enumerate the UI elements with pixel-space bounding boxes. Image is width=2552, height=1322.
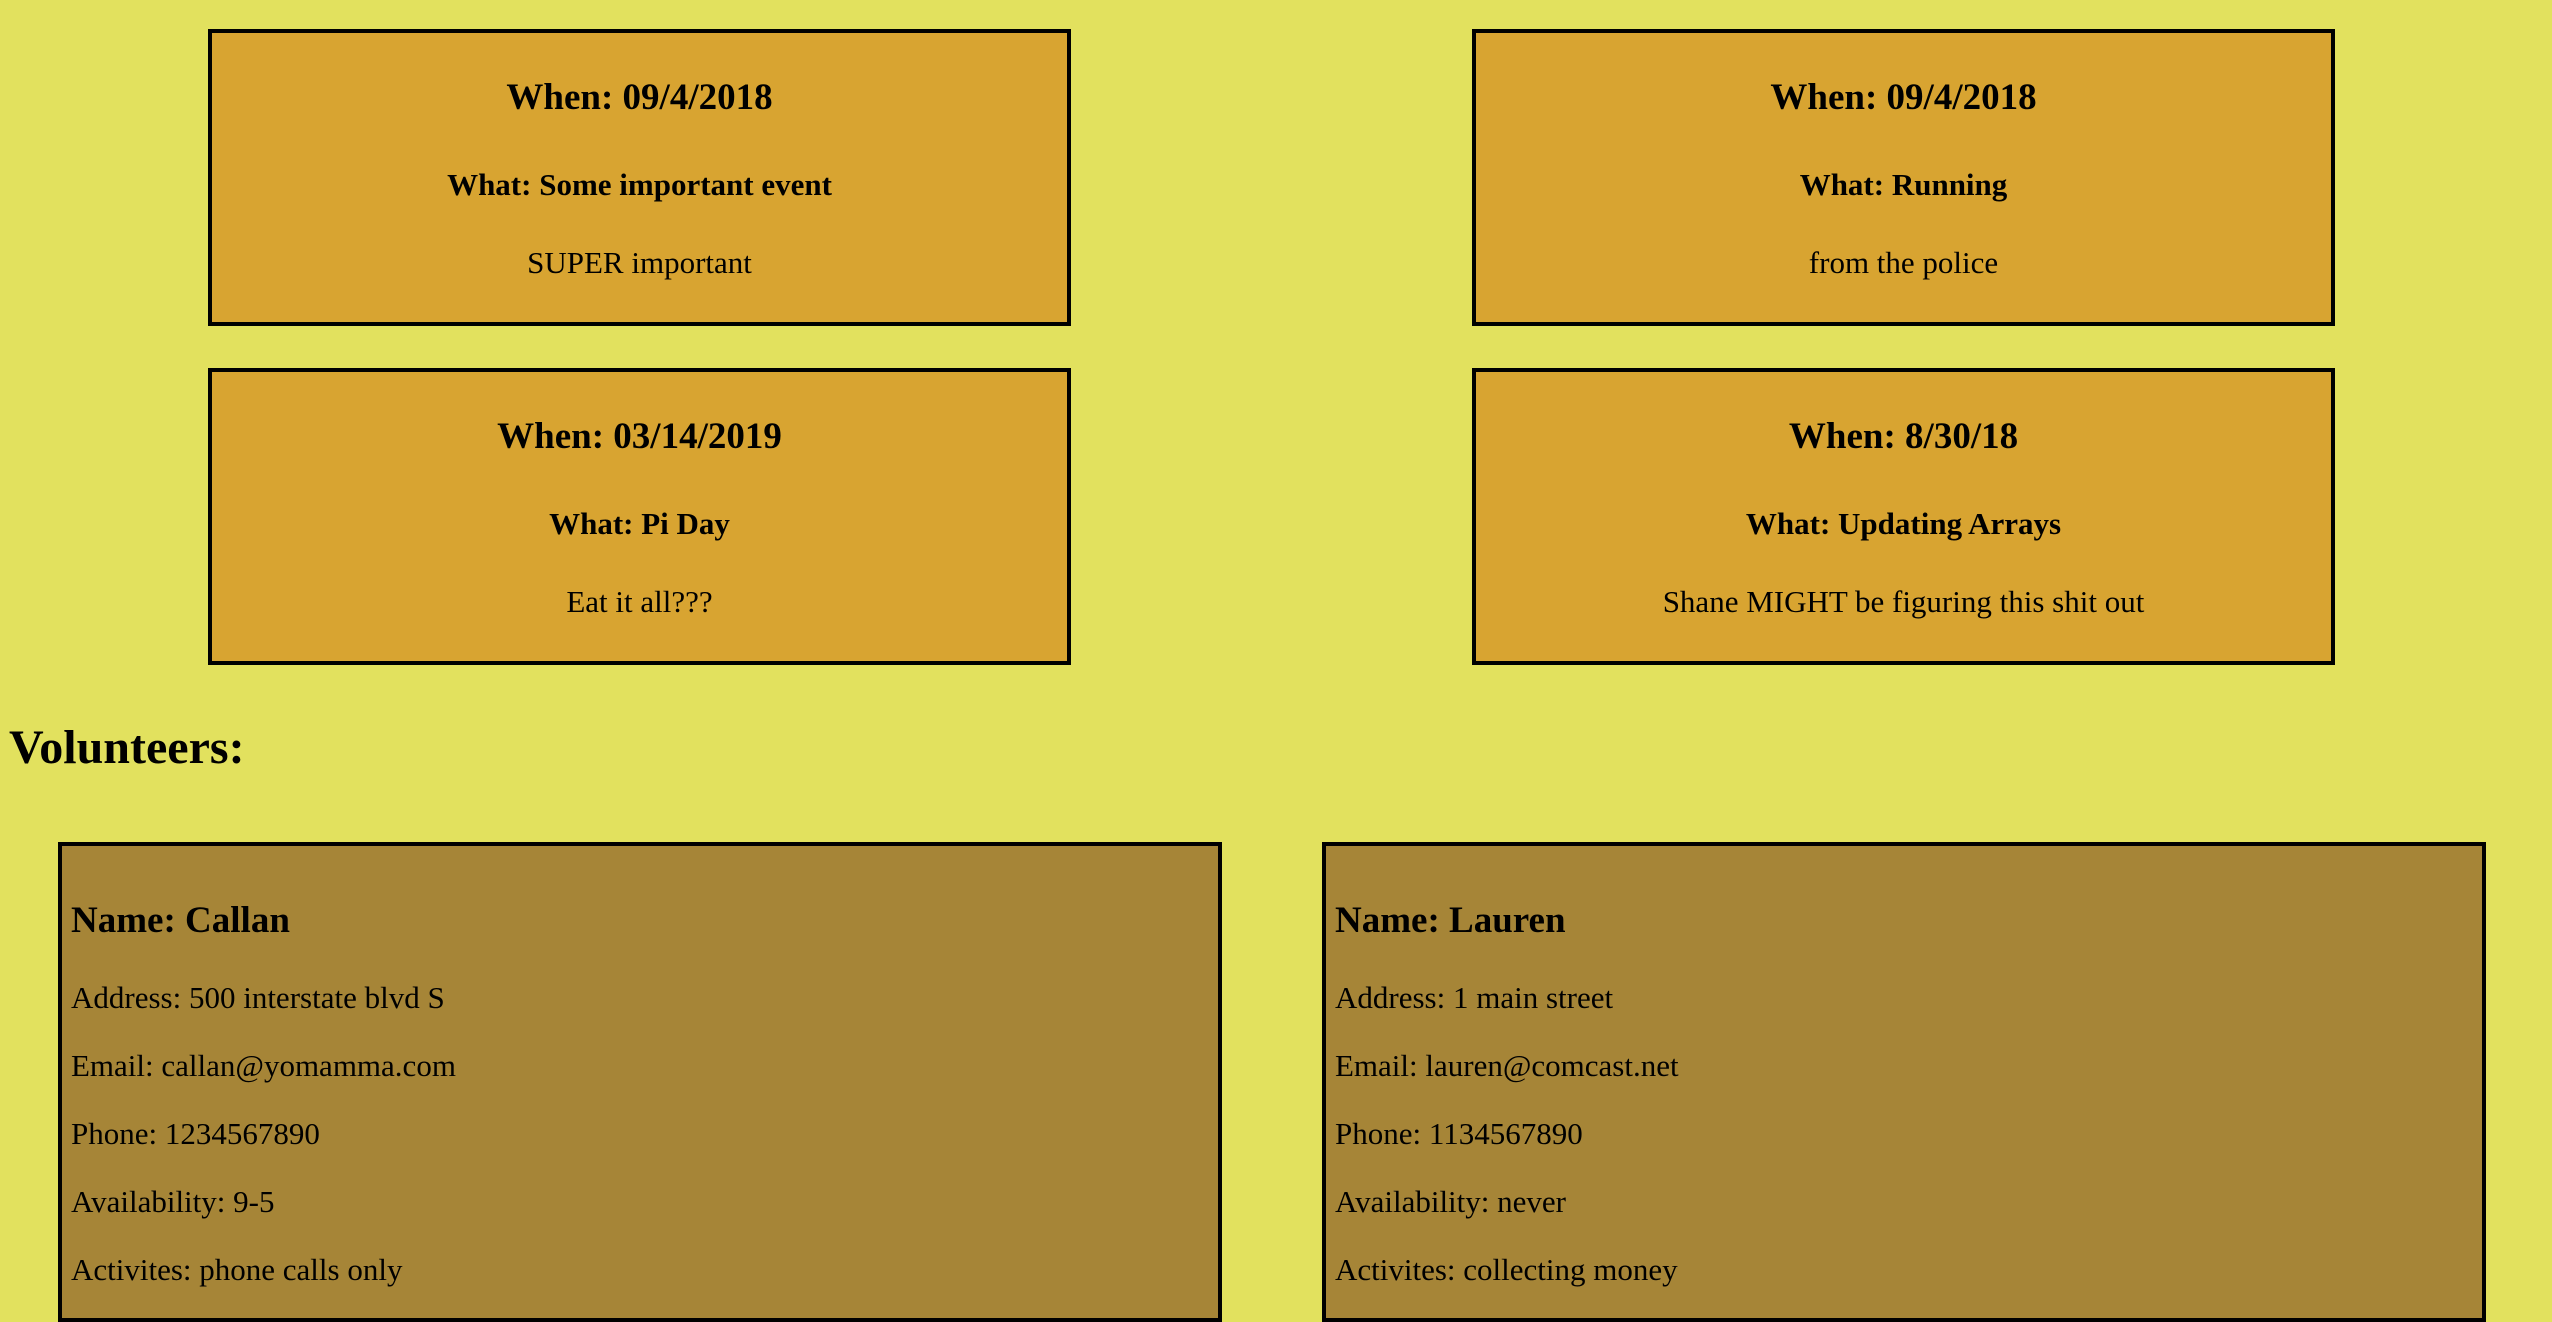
event-card: When: 8/30/18 What: Updating Arrays Shan… (1472, 368, 2335, 665)
event-when: When: 03/14/2019 (497, 416, 782, 457)
volunteer-card: Name: Callan Address: 500 interstate blv… (58, 842, 1222, 1322)
volunteer-phone: Phone: 1234567890 (71, 1116, 320, 1151)
volunteer-email: Email: callan@yomamma.com (71, 1048, 456, 1083)
volunteer-availability: Availability: never (1335, 1184, 1566, 1219)
event-what: What: Updating Arrays (1745, 506, 2062, 541)
event-description: Shane MIGHT be figuring this shit out (1662, 584, 2145, 619)
volunteer-phone: Phone: 1134567890 (1335, 1116, 1583, 1151)
volunteer-name: Name: Callan (71, 900, 290, 941)
event-what: What: Running (1799, 167, 2008, 202)
volunteer-address: Address: 500 interstate blvd S (71, 980, 445, 1015)
event-what: What: Some important event (447, 167, 832, 202)
event-card: When: 09/4/2018 What: Running from the p… (1472, 29, 2335, 326)
volunteer-activities: Activites: phone calls only (71, 1252, 403, 1287)
event-description: SUPER important (527, 245, 752, 280)
event-what: What: Pi Day (549, 506, 730, 541)
event-description: from the police (1808, 245, 1999, 280)
event-when: When: 09/4/2018 (1770, 77, 2037, 118)
event-card: When: 03/14/2019 What: Pi Day Eat it all… (208, 368, 1071, 665)
event-when: When: 8/30/18 (1788, 416, 2019, 457)
volunteer-name: Name: Lauren (1335, 900, 1566, 941)
event-when: When: 09/4/2018 (506, 77, 773, 118)
volunteer-card: Name: Lauren Address: 1 main street Emai… (1322, 842, 2486, 1322)
event-card: When: 09/4/2018 What: Some important eve… (208, 29, 1071, 326)
volunteer-email: Email: lauren@comcast.net (1335, 1048, 1679, 1083)
volunteer-availability: Availability: 9-5 (71, 1184, 275, 1219)
volunteers-heading: Volunteers: (9, 721, 245, 774)
event-description: Eat it all??? (566, 584, 713, 619)
volunteer-activities: Activites: collecting money (1335, 1252, 1678, 1287)
volunteer-address: Address: 1 main street (1335, 980, 1614, 1015)
